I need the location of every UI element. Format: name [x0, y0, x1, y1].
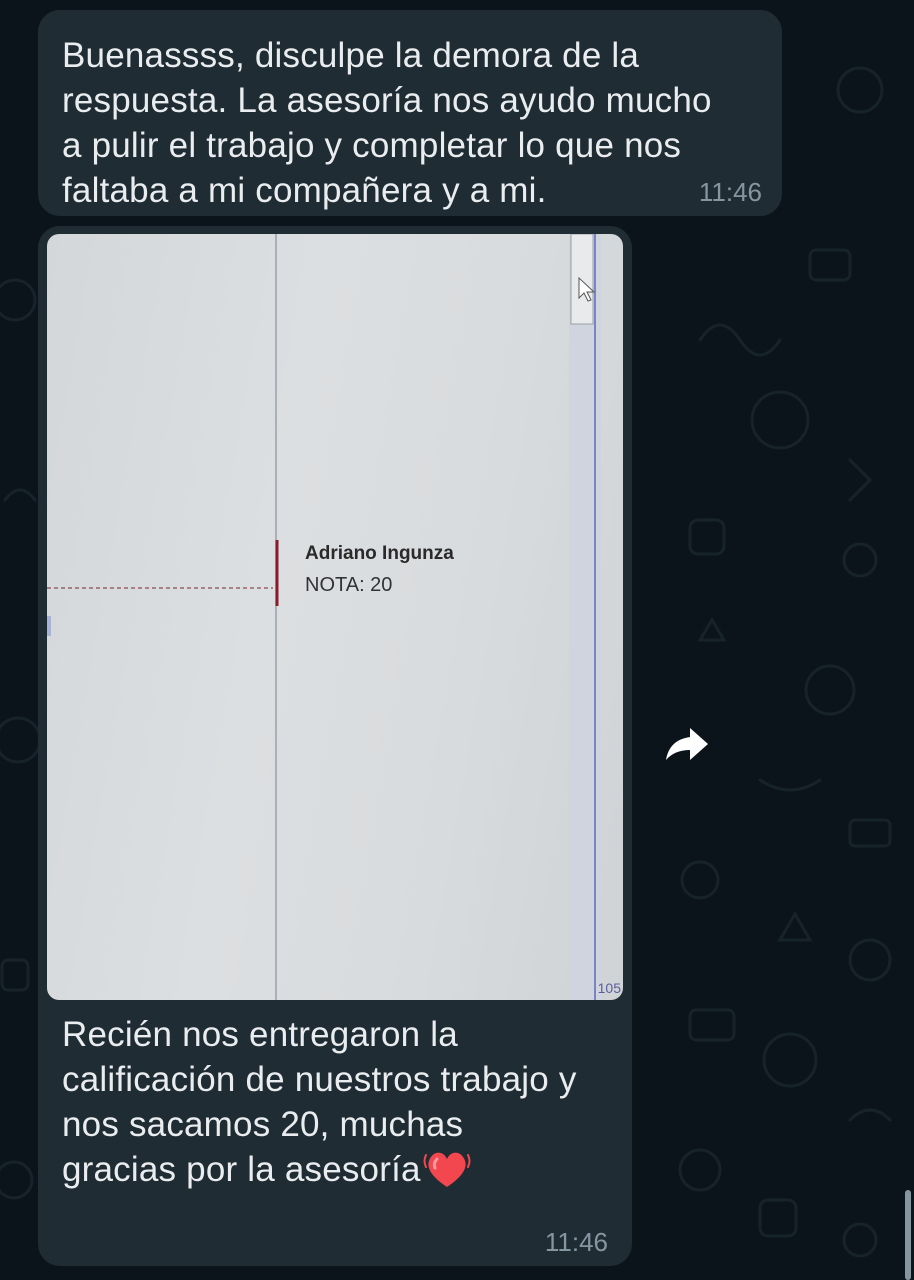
message-timestamp: 11:46 [698, 177, 762, 207]
message-text: Buenassss, disculpe la demora de la resp… [62, 36, 712, 210]
message-caption: Recién nos entregaron la calificación de… [62, 1012, 622, 1192]
attached-photo[interactable]: Adriano Ingunza NOTA: 20 105 [47, 234, 623, 1000]
message-bubble-incoming[interactable]: Buenassss, disculpe la demora de la resp… [38, 10, 782, 216]
image-message-bubble[interactable]: Adriano Ingunza NOTA: 20 105 Recién nos … [38, 226, 632, 1266]
photo-document-drawing [47, 234, 601, 1000]
forward-arrow-icon [666, 728, 708, 760]
beating-heart-icon [423, 1152, 471, 1187]
scrollbar-thumb[interactable] [905, 1190, 911, 1280]
caption-text: Recién nos entregaron la calificación de… [62, 1015, 577, 1189]
photo-grade-label: NOTA: 20 [305, 574, 393, 596]
message-timestamp: 11:46 [544, 1227, 608, 1257]
photo-student-name: Adriano Ingunza [305, 543, 454, 564]
forward-button[interactable] [662, 722, 712, 766]
photo-corner-label: 105 [597, 980, 621, 996]
